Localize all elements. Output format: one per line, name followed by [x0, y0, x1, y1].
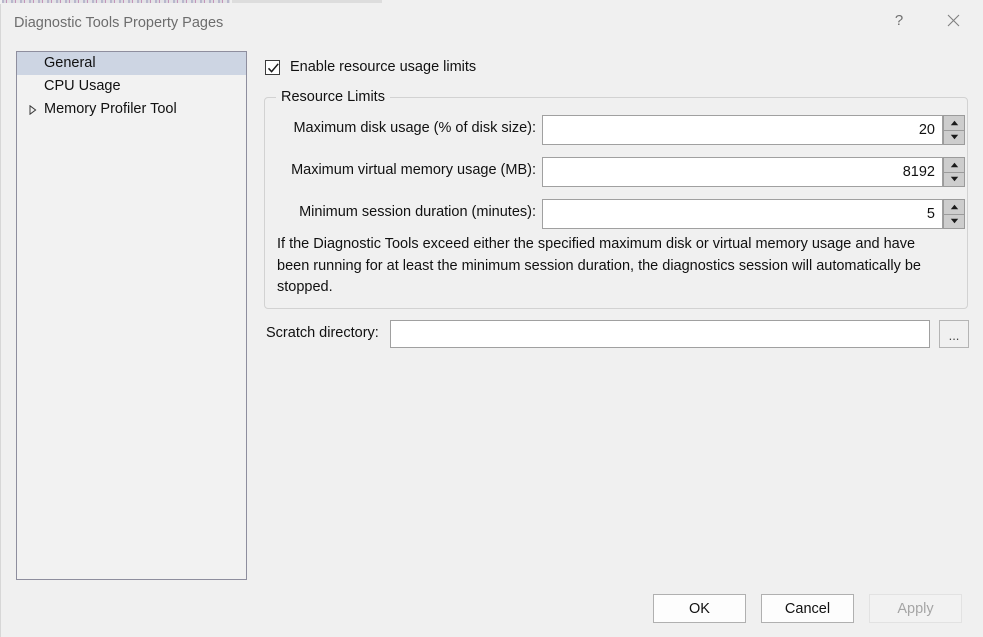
question-mark-icon: ? [895, 12, 903, 29]
tree-item-general[interactable]: General [17, 52, 246, 75]
tree-item-cpu-usage[interactable]: CPU Usage [17, 75, 246, 98]
dialog-button-bar: OK Cancel Apply [653, 594, 962, 623]
enable-resource-usage-limits-checkbox[interactable] [265, 60, 280, 75]
maximum-virtual-memory-increment-button[interactable] [943, 157, 965, 173]
maximum-virtual-memory-spinner[interactable] [542, 157, 965, 187]
caret-down-icon [950, 176, 959, 182]
caret-up-icon [950, 120, 959, 126]
minimum-session-duration-label: Minimum session duration (minutes): [299, 204, 536, 220]
maximum-virtual-memory-input[interactable] [542, 157, 943, 187]
maximum-virtual-memory-spin-buttons[interactable] [943, 157, 965, 187]
maximum-virtual-memory-row: Maximum virtual memory usage (MB): [265, 157, 967, 187]
tree-item-cpu-usage-label: CPU Usage [44, 78, 121, 94]
caret-down-icon [950, 218, 959, 224]
maximum-virtual-memory-decrement-button[interactable] [943, 173, 965, 188]
maximum-disk-usage-label: Maximum disk usage (% of disk size): [293, 120, 536, 136]
resource-limits-group-title: Resource Limits [276, 89, 390, 105]
background-noise-right [232, 0, 382, 3]
apply-button: Apply [869, 594, 962, 623]
minimum-session-duration-decrement-button[interactable] [943, 215, 965, 230]
resource-limits-groupbox: Resource Limits Maximum disk usage (% of… [264, 97, 968, 309]
minimum-session-duration-increment-button[interactable] [943, 199, 965, 215]
diagnostic-tools-property-pages-dialog: Diagnostic Tools Property Pages ? Genera… [0, 4, 983, 637]
minimum-session-duration-row: Minimum session duration (minutes): [265, 199, 967, 229]
background-noise-left [2, 0, 230, 3]
enable-resource-usage-limits-label: Enable resource usage limits [290, 59, 476, 75]
caret-down-icon [950, 134, 959, 140]
tree-item-memory-profiler-tool-label: Memory Profiler Tool [44, 101, 177, 117]
enable-resource-usage-limits-row[interactable]: Enable resource usage limits [265, 59, 476, 75]
caret-up-icon [950, 162, 959, 168]
cancel-button[interactable]: Cancel [761, 594, 854, 623]
category-tree-panel[interactable]: General CPU Usage Memory Profiler Tool [16, 51, 247, 580]
maximum-disk-usage-row: Maximum disk usage (% of disk size): [265, 115, 967, 145]
scratch-directory-input[interactable] [390, 320, 930, 348]
resource-limits-description: If the Diagnostic Tools exceed either th… [277, 234, 949, 299]
close-button[interactable] [930, 4, 976, 36]
caret-up-icon [950, 204, 959, 210]
scratch-directory-browse-button[interactable]: ... [939, 320, 969, 348]
help-button[interactable]: ? [876, 4, 922, 36]
checkmark-icon [267, 62, 280, 75]
close-icon [947, 14, 960, 27]
scratch-directory-label: Scratch directory: [266, 325, 379, 341]
window-title: Diagnostic Tools Property Pages [14, 15, 223, 31]
tree-item-memory-profiler-tool[interactable]: Memory Profiler Tool [17, 98, 246, 121]
minimum-session-duration-spinner[interactable] [542, 199, 965, 229]
maximum-disk-usage-decrement-button[interactable] [943, 131, 965, 146]
expand-arrow-icon[interactable] [26, 98, 40, 121]
general-settings-pane: Enable resource usage limits Resource Li… [259, 51, 971, 580]
maximum-disk-usage-increment-button[interactable] [943, 115, 965, 131]
ok-button[interactable]: OK [653, 594, 746, 623]
maximum-disk-usage-input[interactable] [542, 115, 943, 145]
maximum-disk-usage-spinner[interactable] [542, 115, 965, 145]
tree-item-general-label: General [44, 55, 96, 71]
maximum-virtual-memory-label: Maximum virtual memory usage (MB): [291, 162, 536, 178]
minimum-session-duration-input[interactable] [542, 199, 943, 229]
maximum-disk-usage-spin-buttons[interactable] [943, 115, 965, 145]
scratch-directory-row: Scratch directory: ... [259, 320, 971, 348]
title-bar: Diagnostic Tools Property Pages ? [1, 4, 983, 42]
minimum-session-duration-spin-buttons[interactable] [943, 199, 965, 229]
